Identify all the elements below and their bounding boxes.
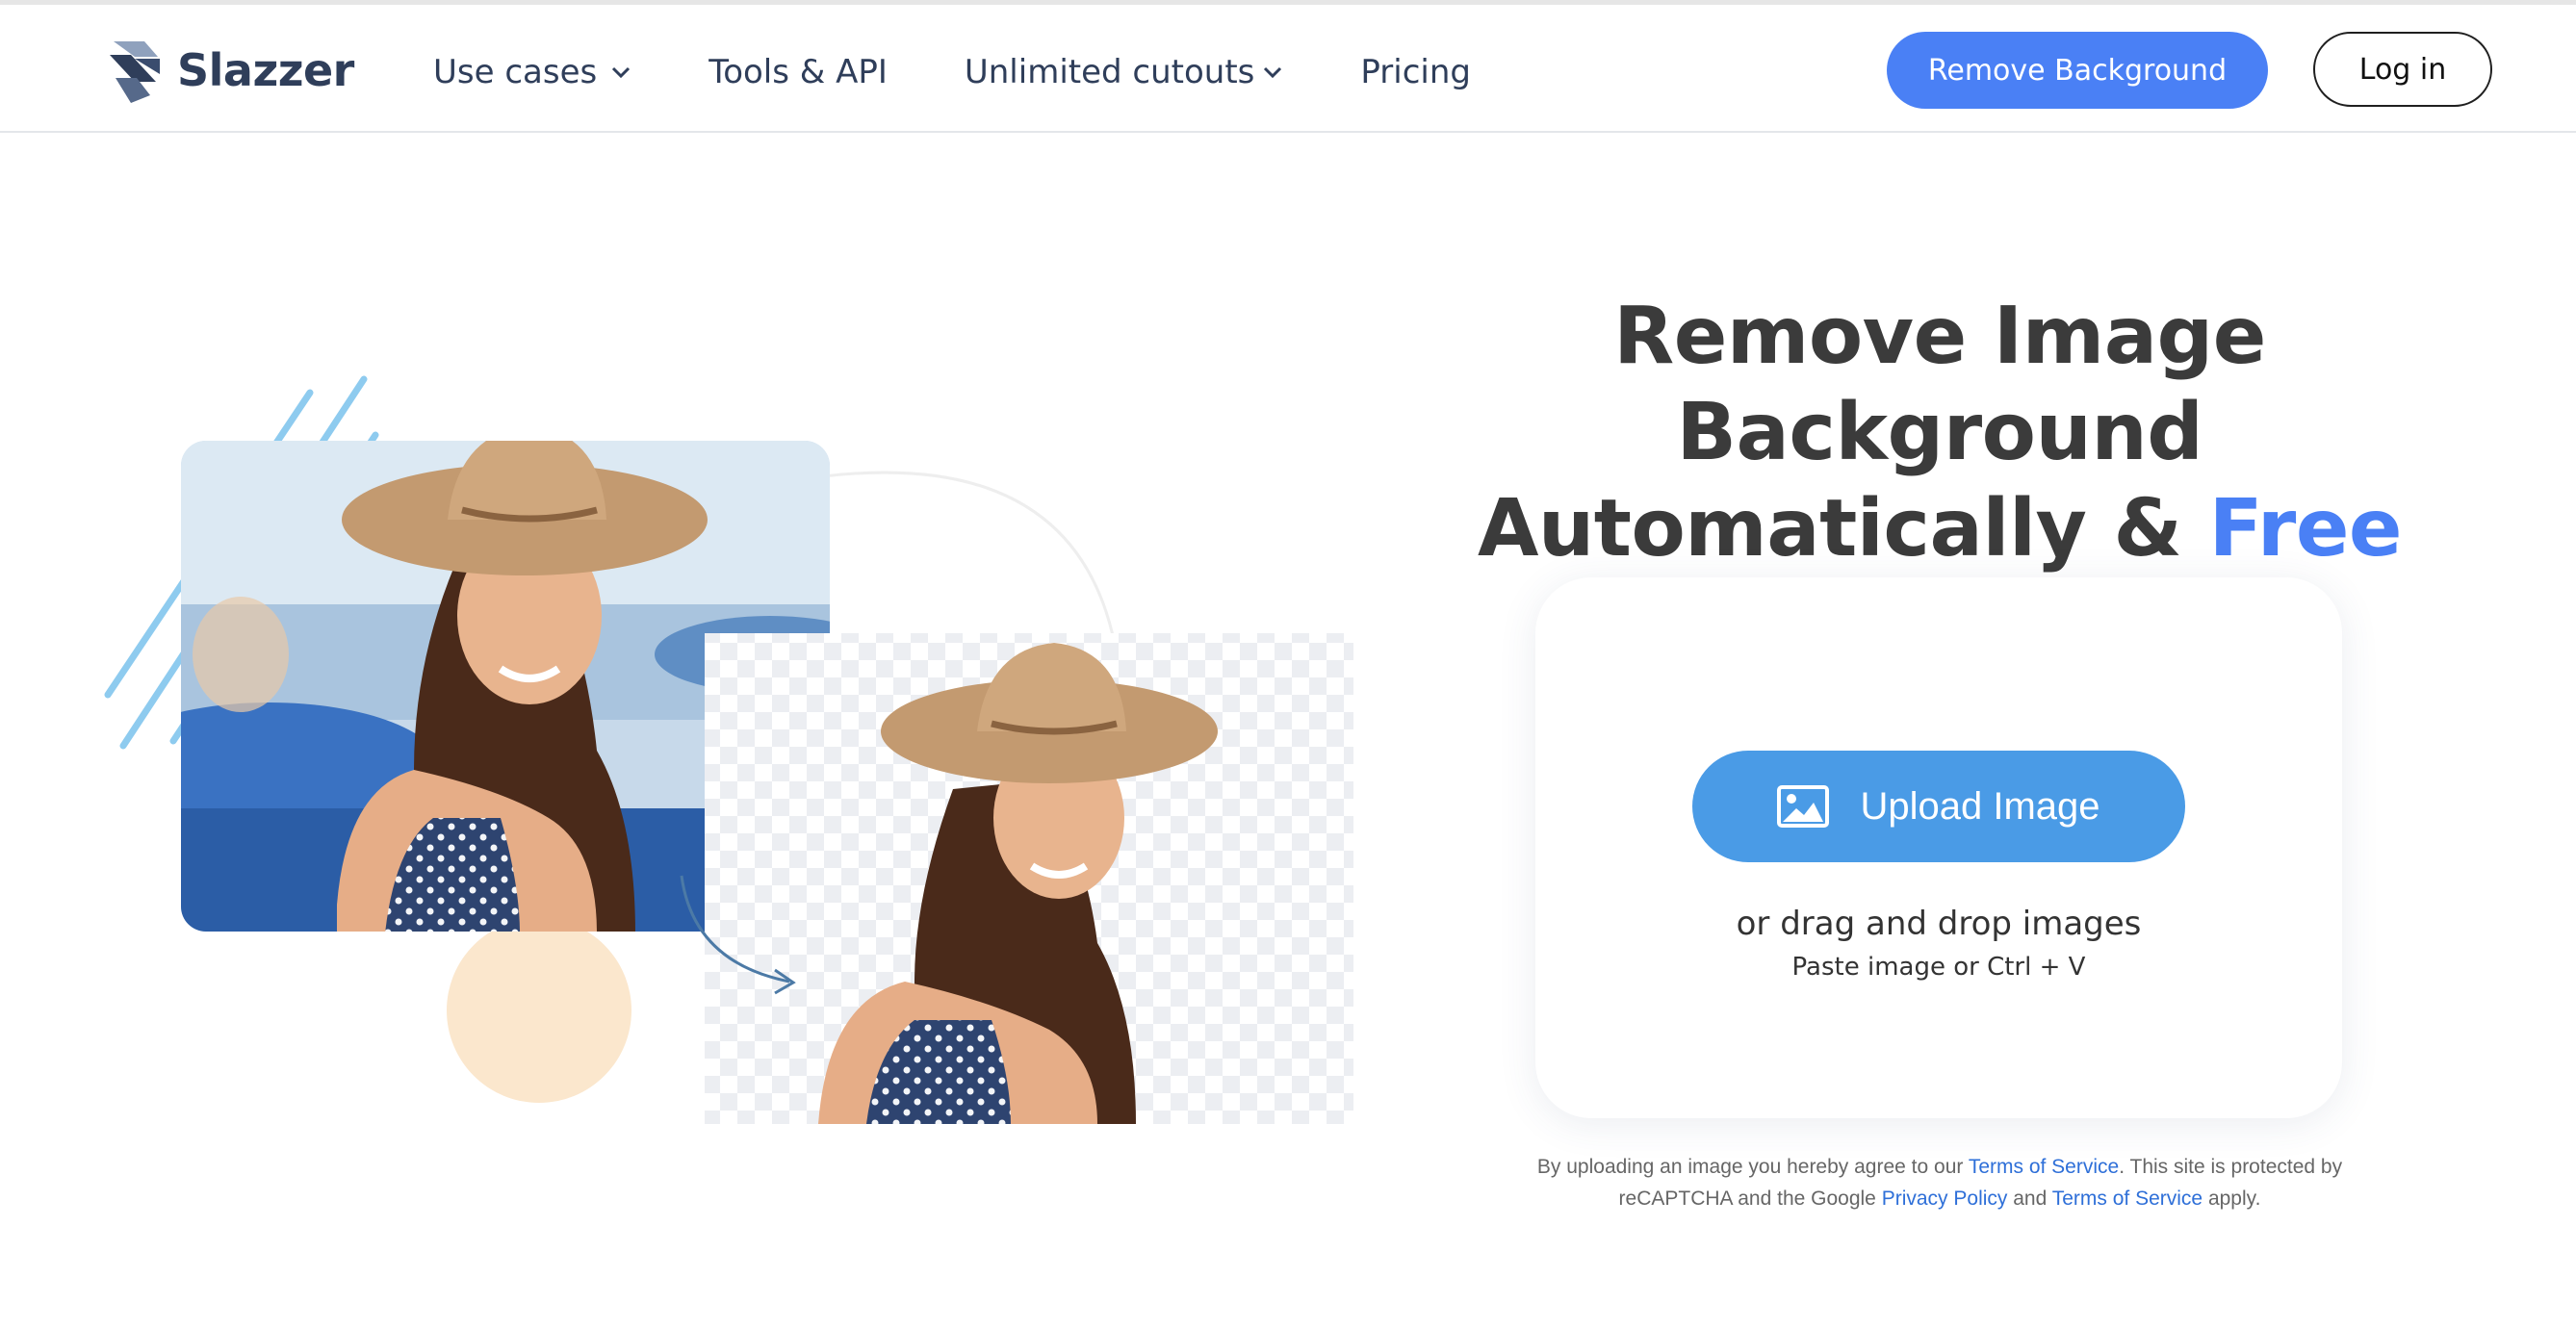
brand-name: Slazzer	[177, 44, 354, 96]
remove-background-button[interactable]: Remove Background	[1887, 32, 2268, 109]
logo[interactable]: Slazzer	[106, 36, 354, 105]
drag-drop-text: or drag and drop images	[1736, 905, 2142, 943]
disclaimer: By uploading an image you hereby agree t…	[1502, 1151, 2378, 1214]
privacy-policy-link[interactable]: Privacy Policy	[1882, 1188, 2008, 1210]
disclaimer-text-4: apply.	[2202, 1188, 2261, 1210]
terms-of-service-link[interactable]: Terms of Service	[1969, 1156, 2119, 1178]
nav-pricing-label: Pricing	[1360, 53, 1471, 91]
upload-card[interactable]: Upload Image or drag and drop images Pas…	[1535, 577, 2342, 1118]
login-button[interactable]: Log in	[2313, 32, 2492, 107]
hero-title-accent: Free	[2208, 483, 2403, 575]
slazzer-logo-icon	[110, 41, 160, 103]
nav-use-cases-label: Use cases	[433, 53, 598, 91]
main-nav: Use cases Tools & API Unlimited cutouts …	[433, 53, 1471, 91]
upload-image-button[interactable]: Upload Image	[1692, 751, 2185, 862]
nav-pricing[interactable]: Pricing	[1360, 53, 1471, 91]
nav-tools-api[interactable]: Tools & API	[708, 53, 888, 91]
hero-title-line2: Automatically & Free	[1348, 481, 2532, 577]
before-after-illustration	[104, 375, 1353, 1124]
upload-image-label: Upload Image	[1860, 784, 2100, 828]
hero-title: Remove Image Background Automatically & …	[1348, 289, 2532, 577]
paste-hint-text: Paste image or Ctrl + V	[1791, 953, 2086, 982]
chevron-down-icon	[612, 66, 631, 79]
hero-title-line1: Remove Image Background	[1613, 291, 2266, 478]
disclaimer-text-1: By uploading an image you hereby agree t…	[1536, 1156, 1969, 1178]
image-icon	[1777, 785, 1830, 828]
nav-unlimited-cutouts[interactable]: Unlimited cutouts	[965, 53, 1284, 91]
nav-use-cases[interactable]: Use cases	[433, 53, 631, 91]
hero-title-prefix: Automatically &	[1477, 483, 2209, 575]
nav-unlimited-cutouts-label: Unlimited cutouts	[964, 53, 1255, 91]
site-header: Slazzer Use cases Tools & API Unlimited …	[0, 5, 2576, 133]
nav-tools-api-label: Tools & API	[708, 53, 888, 91]
disclaimer-text-3: and	[2007, 1188, 2052, 1210]
chevron-down-icon	[1264, 66, 1282, 79]
terms-of-service-link-2[interactable]: Terms of Service	[2052, 1188, 2202, 1210]
